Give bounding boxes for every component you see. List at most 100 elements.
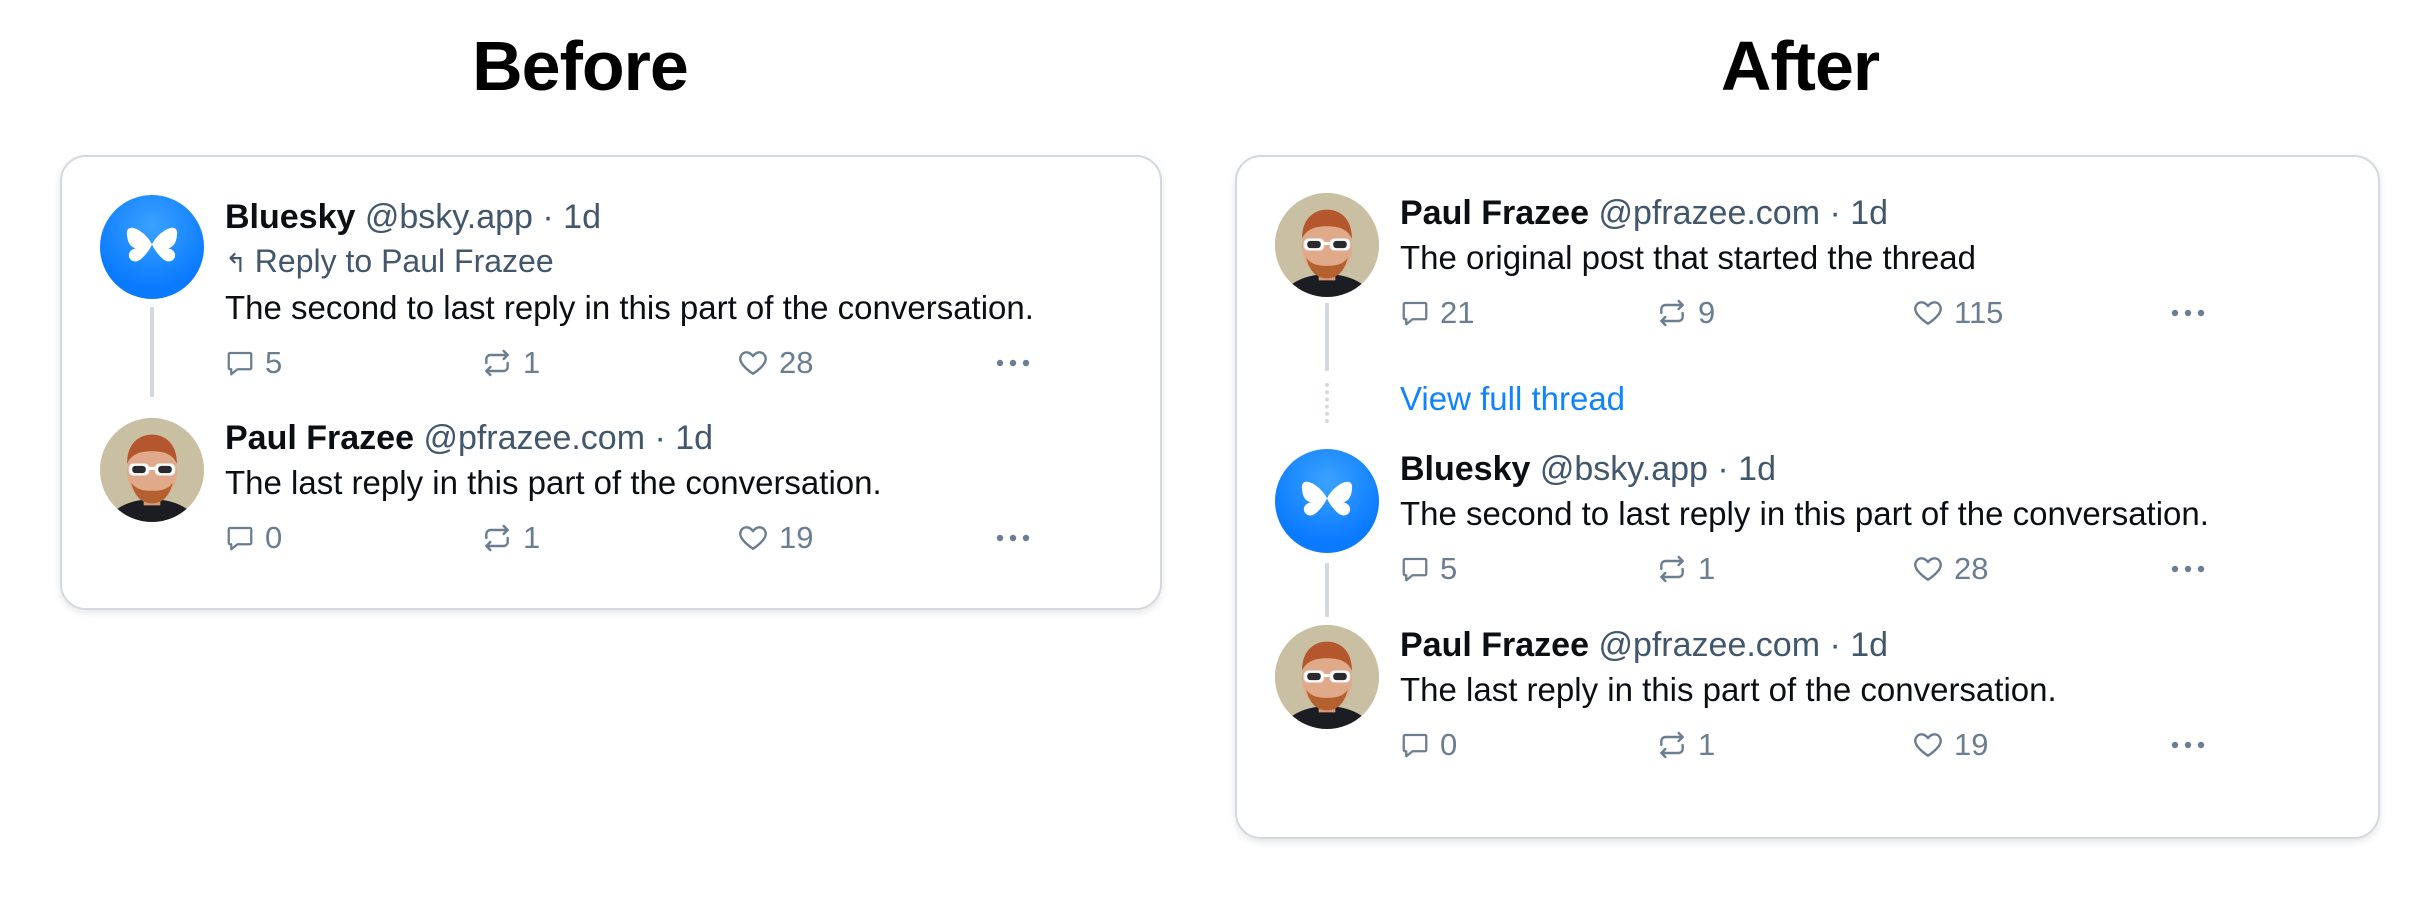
more-options-button[interactable]	[2170, 723, 2216, 767]
like-count: 19	[1954, 727, 1989, 762]
like-count: 28	[779, 345, 814, 380]
comment-icon	[1400, 554, 1430, 584]
reply-button[interactable]: 5	[1400, 547, 1457, 591]
post-bluesky[interactable]: Bluesky @bsky.app · 1d The second to las…	[1237, 449, 2378, 599]
post-actions: 5 1 28	[1400, 547, 2348, 591]
repost-count: 9	[1698, 295, 1716, 330]
repost-button[interactable]: 9	[1656, 291, 1715, 335]
comment-icon	[1400, 298, 1430, 328]
heart-icon	[737, 522, 769, 554]
repost-icon	[481, 347, 513, 379]
post-time: · 1d	[1829, 626, 1889, 664]
comment-icon	[225, 348, 255, 378]
post-text: The last reply in this part of the conve…	[1400, 671, 2057, 708]
like-button[interactable]: 28	[737, 341, 813, 385]
reply-count: 5	[1440, 551, 1458, 586]
post-text: The second to last reply in this part of…	[225, 289, 1034, 326]
comment-icon	[1400, 730, 1430, 760]
repost-count: 1	[523, 345, 541, 380]
more-options-button[interactable]	[995, 341, 1041, 385]
paul-frazee-avatar[interactable]	[100, 418, 204, 522]
post-header: Bluesky @bsky.app · 1d	[225, 197, 1130, 237]
more-options-button[interactable]	[2170, 291, 2216, 335]
more-icon	[2170, 563, 2206, 575]
like-button[interactable]: 19	[737, 516, 813, 560]
post-header: Paul Frazee @pfrazee.com · 1d	[1400, 625, 2348, 665]
author-name[interactable]: Paul Frazee	[225, 419, 414, 457]
repost-count: 1	[523, 520, 541, 555]
reply-to-line[interactable]: ↰ Reply to Paul Frazee	[225, 241, 1130, 283]
post-paul[interactable]: Paul Frazee @pfrazee.com · 1d The last r…	[62, 418, 1160, 568]
reply-count: 21	[1440, 295, 1475, 330]
author-handle[interactable]: @pfrazee.com	[1598, 194, 1820, 232]
heart-icon	[737, 347, 769, 379]
paul-frazee-avatar[interactable]	[1275, 193, 1379, 297]
reply-button[interactable]: 0	[1400, 723, 1457, 767]
more-icon	[2170, 739, 2206, 751]
like-button[interactable]: 19	[1912, 723, 1988, 767]
post-text: The last reply in this part of the conve…	[225, 464, 882, 501]
author-handle[interactable]: @bsky.app	[365, 198, 533, 236]
post-actions: 21 9 115	[1400, 291, 2348, 335]
post-bluesky[interactable]: Bluesky @bsky.app · 1d ↰ Reply to Paul Fr…	[62, 195, 1160, 405]
like-button[interactable]: 115	[1912, 291, 2003, 335]
repost-icon	[1656, 553, 1688, 585]
repost-icon	[1656, 297, 1688, 329]
repost-count: 1	[1698, 727, 1716, 762]
profile-photo	[1275, 193, 1379, 297]
post-paul-original[interactable]: Paul Frazee @pfrazee.com · 1d The origin…	[1237, 193, 2378, 343]
post-text: The original post that started the threa…	[1400, 239, 1977, 276]
profile-photo	[1275, 625, 1379, 729]
more-icon	[995, 532, 1031, 544]
repost-button[interactable]: 1	[1656, 547, 1715, 591]
post-time: · 1d	[542, 198, 601, 236]
heart-icon	[1912, 297, 1944, 329]
more-options-button[interactable]	[995, 516, 1041, 560]
bluesky-avatar[interactable]	[100, 195, 204, 299]
after-heading: After	[1720, 27, 1880, 105]
repost-button[interactable]: 1	[1656, 723, 1715, 767]
reply-arrow-icon: ↰	[225, 248, 247, 278]
author-name[interactable]: Paul Frazee	[1400, 194, 1589, 232]
post-paul-last[interactable]: Paul Frazee @pfrazee.com · 1d The last r…	[1237, 625, 2378, 775]
bluesky-avatar[interactable]	[1275, 449, 1379, 553]
reply-count: 0	[265, 520, 283, 555]
author-name[interactable]: Bluesky	[225, 198, 355, 236]
post-actions: 0 1 19	[225, 516, 1130, 560]
post-actions: 5 1 28	[225, 341, 1130, 385]
post-header: Paul Frazee @pfrazee.com · 1d	[1400, 193, 2348, 233]
after-thread-card: Paul Frazee @pfrazee.com · 1d The origin…	[1235, 155, 2380, 839]
reply-count: 0	[1440, 727, 1458, 762]
view-full-thread-link[interactable]: View full thread	[1400, 379, 1625, 419]
repost-icon	[1656, 729, 1688, 761]
author-handle[interactable]: @pfrazee.com	[1598, 626, 1820, 664]
repost-icon	[481, 522, 513, 554]
like-count: 115	[1954, 295, 2004, 330]
reply-button[interactable]: 0	[225, 516, 282, 560]
repost-button[interactable]: 1	[481, 341, 540, 385]
author-name[interactable]: Bluesky	[1400, 450, 1530, 488]
paul-frazee-avatar[interactable]	[1275, 625, 1379, 729]
post-header: Bluesky @bsky.app · 1d	[1400, 449, 2348, 489]
author-handle[interactable]: @pfrazee.com	[423, 419, 645, 457]
author-name[interactable]: Paul Frazee	[1400, 626, 1589, 664]
butterfly-icon	[126, 227, 178, 262]
more-options-button[interactable]	[2170, 547, 2216, 591]
reply-button[interactable]: 5	[225, 341, 282, 385]
reply-button[interactable]: 21	[1400, 291, 1474, 335]
post-actions: 0 1 19	[1400, 723, 2348, 767]
heart-icon	[1912, 553, 1944, 585]
post-header: Paul Frazee @pfrazee.com · 1d	[225, 418, 1130, 458]
like-count: 28	[1954, 551, 1989, 586]
post-time: · 1d	[1717, 450, 1776, 488]
reply-count: 5	[265, 345, 283, 380]
repost-count: 1	[1698, 551, 1716, 586]
post-text: The second to last reply in this part of…	[1400, 495, 2209, 532]
before-thread-card: Bluesky @bsky.app · 1d ↰ Reply to Paul Fr…	[60, 155, 1162, 610]
author-handle[interactable]: @bsky.app	[1540, 450, 1708, 488]
like-button[interactable]: 28	[1912, 547, 1988, 591]
heart-icon	[1912, 729, 1944, 761]
repost-button[interactable]: 1	[481, 516, 540, 560]
more-icon	[2170, 307, 2206, 319]
thread-line-dotted	[1325, 383, 1329, 423]
